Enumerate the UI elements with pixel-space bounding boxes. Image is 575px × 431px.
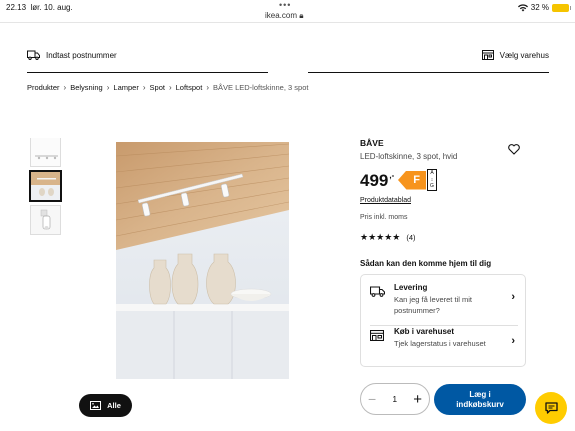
status-bar: 22.13 lør. 10. aug. ••• ikea.com 🔒︎ 32 % [0,0,575,22]
delivery-option-subtitle: Tjek lagerstatus i varehuset [394,339,486,348]
store-underline [308,72,549,73]
thumbnail-image[interactable] [30,138,61,167]
product-description: LED-loftskinne, 3 spot, hvid [360,152,458,161]
address-bar[interactable]: ikea.com 🔒︎ [265,11,304,21]
thumbnail-list [29,138,62,239]
postcode-label: Indtast postnummer [46,50,117,60]
breadcrumb-item[interactable]: Produkter [27,83,60,92]
cart-label-line1: Læg i [469,389,491,399]
chevron-right-icon: › [511,291,515,303]
star-rating-icon: ★★★★★ [360,232,401,242]
cart-label-line2: indkøbskurv [456,399,504,409]
breadcrumb-item[interactable]: Loftspot [176,83,203,92]
quantity-value[interactable]: 1 [392,394,397,404]
chevron-right-icon: › [106,83,110,92]
store-icon [481,50,494,60]
favorite-button[interactable] [508,142,520,160]
option-divider [370,325,518,326]
status-time: 22.13 lør. 10. aug. [6,3,73,12]
all-images-label: Alle [107,401,121,410]
gallery-icon [90,401,102,410]
quantity-stepper: − 1 + [360,383,430,415]
delivery-option-levering[interactable]: Levering Kan jeg få leveret til mit post… [361,283,525,323]
datasheet-link[interactable]: Produktdatablad [360,197,411,204]
product-info: BÅVE LED-loftskinne, 3 spot, hvid 499,- … [360,138,526,367]
battery-icon [552,3,571,12]
delivery-option-subtitle: Kan jeg få leveret til mit postnummer? [394,295,472,315]
breadcrumb-item[interactable]: Lamper [113,83,138,92]
heart-icon [508,144,520,155]
chevron-right-icon: › [142,83,146,92]
status-indicators: 32 % [517,3,571,12]
delivery-option-title: Levering [394,283,428,292]
rating[interactable]: ★★★★★ (4) [360,232,416,243]
breadcrumb-item[interactable]: Belysning [70,83,103,92]
chevron-right-icon: › [168,83,172,92]
chat-icon [544,402,558,414]
breadcrumb-current: BÅVE LED-loftskinne, 3 spot [212,83,309,92]
store-select-button[interactable]: Vælg varehus [481,50,549,60]
top-utility-bar: Indtast postnummer Vælg varehus [27,50,549,74]
product-price: 499,- [360,171,395,190]
all-images-button[interactable]: Alle [79,394,132,417]
review-count: (4) [406,233,416,242]
vat-note: Pris inkl. moms [360,214,408,221]
chevron-right-icon: › [206,83,209,92]
postcode-underline [27,72,268,73]
delivery-options: Levering Kan jeg få leveret til mit post… [360,274,526,367]
tab-dots-icon[interactable]: ••• [279,0,291,10]
delivery-option-title: Køb i varehuset [394,327,455,336]
product-image[interactable] [116,142,289,379]
product-name: BÅVE [360,138,384,148]
delivery-option-store[interactable]: Køb i varehuset Tjek lagerstatus i vareh… [361,327,525,367]
thumbnail-image-active[interactable] [29,170,62,202]
add-to-cart-button[interactable]: Læg i indkøbskurv [434,384,526,415]
quantity-decrease-button[interactable]: − [368,391,376,407]
lock-icon: 🔒︎ [299,11,304,20]
truck-icon [370,286,385,297]
store-icon [370,330,384,341]
wifi-icon [517,3,528,11]
quantity-increase-button[interactable]: + [413,391,422,408]
breadcrumb: Produkter › Belysning › Lamper › Spot › Loft… [27,83,308,92]
chevron-right-icon: › [511,335,515,347]
postcode-button[interactable]: Indtast postnummer [27,50,117,60]
battery-percent: 32 % [530,3,549,12]
breadcrumb-item[interactable]: Spot [150,83,165,92]
chevron-right-icon: › [63,83,67,92]
energy-class-arrow: F [398,170,426,190]
thumbnail-image[interactable] [30,205,61,235]
delivery-heading: Sådan kan den komme hjem til dig [360,259,492,268]
status-divider [0,22,575,23]
energy-label[interactable]: F A ↕ G [398,169,437,191]
store-label: Vælg varehus [499,50,549,60]
truck-icon [27,50,40,60]
chat-button[interactable] [535,392,567,424]
energy-scale: A ↕ G [427,169,437,191]
